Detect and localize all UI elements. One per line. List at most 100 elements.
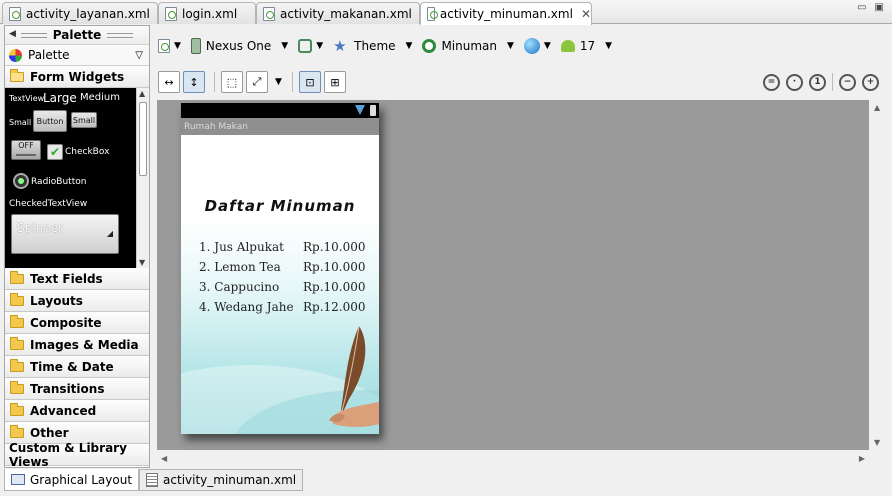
list-item[interactable]: 3. Cappucino Rp.10.000 <box>199 277 369 297</box>
theme-dropdown[interactable]: ★ Theme ▼ <box>333 35 416 57</box>
widget-textview[interactable]: TextView <box>9 94 44 103</box>
radio-button-icon[interactable] <box>13 173 29 189</box>
drink-price: Rp.10.000 <box>303 260 366 274</box>
device-dropdown[interactable]: Nexus One ▼ <box>190 35 292 57</box>
layout-action-button[interactable]: ⊡ <box>298 71 321 93</box>
widget-checked-textview[interactable]: CheckedTextView <box>9 199 87 209</box>
category-composite[interactable]: Composite <box>5 312 149 334</box>
category-images-media[interactable]: Images & Media <box>5 334 149 356</box>
fill-height-button[interactable]: ↕ <box>183 71 205 93</box>
canvas-vertical-scrollbar[interactable]: ▲ ▼ <box>870 100 885 450</box>
category-transitions[interactable]: Transitions <box>5 378 149 400</box>
android-xml-file-icon <box>427 7 438 21</box>
category-label: Images & Media <box>30 337 139 352</box>
menu-heading[interactable]: Daftar Minuman <box>181 197 379 215</box>
toolbar-separator <box>291 72 293 92</box>
list-item[interactable]: 2. Lemon Tea Rp.10.000 <box>199 257 369 277</box>
folder-icon <box>10 292 24 306</box>
palette-panel: ◀ Palette Palette ▽ Form Widgets TextVie… <box>4 25 150 469</box>
tab-activity-layanan[interactable]: activity_layanan.xml <box>2 2 158 24</box>
scroll-down-icon[interactable]: ▼ <box>139 258 145 267</box>
collapse-arrow-icon[interactable]: ◀ <box>9 29 16 39</box>
palette-scrollbar[interactable]: ▲ ▼ <box>136 88 149 268</box>
screen-content[interactable]: Daftar Minuman 1. Jus Alpukat Rp.10.000 … <box>181 135 379 434</box>
scroll-up-icon[interactable]: ▲ <box>874 103 880 112</box>
globe-icon <box>523 38 540 54</box>
star-icon: ★ <box>333 37 347 55</box>
list-item[interactable]: 1. Jus Alpukat Rp.10.000 <box>199 237 369 257</box>
chevron-down-icon: ▼ <box>605 41 613 51</box>
widget-small-text[interactable]: Small <box>9 118 31 127</box>
zoom-in-icon[interactable]: + <box>862 73 879 91</box>
toggle-outline-button[interactable]: ⬚ <box>221 71 243 93</box>
resize-icon: ⤢ <box>252 75 262 88</box>
tab-activity-makanan[interactable]: activity_makanan.xml <box>256 2 420 24</box>
close-icon[interactable]: ✕ <box>581 7 591 21</box>
folder-icon <box>10 270 24 284</box>
palette-header-label: Palette <box>52 28 102 42</box>
zoom-100-icon[interactable]: 1 <box>809 73 826 91</box>
android-xml-file-icon <box>165 6 177 21</box>
rotate-icon <box>298 39 313 53</box>
chevron-down-icon: ▼ <box>405 41 413 51</box>
folder-icon <box>10 336 24 350</box>
canvas-horizontal-scrollbar[interactable]: ◀ ▶ <box>157 451 869 466</box>
chevron-down-icon[interactable]: ▼ <box>275 77 282 87</box>
folder-icon <box>10 402 24 416</box>
widget-button[interactable]: Button <box>33 110 67 132</box>
category-layouts[interactable]: Layouts <box>5 290 149 312</box>
fill-width-button[interactable]: ↔ <box>158 71 180 93</box>
tab-login[interactable]: login.xml <box>158 2 256 24</box>
zoom-real-size-icon[interactable]: · <box>786 73 803 91</box>
zoom-out-icon[interactable]: − <box>839 73 856 91</box>
maximize-icon[interactable]: ▣ <box>875 2 884 13</box>
grip-icon <box>107 32 134 38</box>
grip-icon <box>20 32 47 38</box>
widget-medium-text[interactable]: Medium <box>80 92 120 103</box>
margins-button[interactable]: ⤢ <box>246 71 268 93</box>
api-level-dropdown[interactable]: 17 ▼ <box>560 35 616 57</box>
android-icon <box>560 40 575 52</box>
category-advanced[interactable]: Advanced <box>5 400 149 422</box>
orientation-dropdown[interactable]: ▼ <box>298 35 327 57</box>
widget-small-button[interactable]: Small <box>71 112 97 128</box>
form-widgets-preview: TextView Large Medium Small Button Small… <box>5 88 149 268</box>
scroll-down-icon[interactable]: ▼ <box>874 438 880 447</box>
action-bar: Rumah Makan <box>181 118 379 135</box>
scroll-right-icon[interactable]: ▶ <box>859 454 865 463</box>
config-file-dropdown[interactable]: ▼ <box>158 35 185 57</box>
device-preview[interactable]: Rumah Makan Daftar Minuman 1. Jus Alpuka… <box>181 103 379 434</box>
tab-label: activity_minuman.xml <box>163 473 297 487</box>
android-xml-file-icon <box>263 6 275 21</box>
minimize-icon[interactable]: ▭ <box>857 2 866 13</box>
folder-icon <box>10 358 24 372</box>
scroll-thumb[interactable] <box>139 102 147 176</box>
scroll-up-icon[interactable]: ▲ <box>139 89 145 98</box>
chevron-down-icon: ▼ <box>174 41 181 51</box>
widget-spinner[interactable]: Spinner Sub Item ◢ <box>11 214 119 254</box>
gravity-button[interactable]: ⊞ <box>323 71 346 93</box>
category-time-date[interactable]: Time & Date <box>5 356 149 378</box>
category-custom-library-views[interactable]: Custom & Library Views <box>5 441 149 469</box>
widget-radio-label: RadioButton <box>31 177 87 187</box>
category-form-widgets[interactable]: Form Widgets <box>5 66 149 88</box>
chevron-down-icon[interactable]: ▽ <box>135 50 143 61</box>
category-text-fields[interactable]: Text Fields <box>5 268 149 290</box>
palette-menu[interactable]: Palette ▽ <box>5 44 149 66</box>
tab-graphical-layout[interactable]: Graphical Layout <box>4 469 140 491</box>
checkbox-icon[interactable]: ✔ <box>47 144 63 160</box>
widget-toggle-button[interactable]: OFF <box>11 140 41 160</box>
activity-dropdown[interactable]: Minuman ▼ <box>422 35 517 57</box>
list-item[interactable]: 4. Wedang Jahe Rp.12.000 <box>199 297 369 317</box>
zoom-fit-icon[interactable]: = <box>763 73 780 91</box>
vertical-arrows-icon: ↕ <box>189 75 199 89</box>
category-label: Time & Date <box>30 359 114 374</box>
tab-activity-minuman[interactable]: activity_minuman.xml ✕ <box>420 2 592 25</box>
locale-dropdown[interactable]: ▼ <box>523 35 555 57</box>
scroll-left-icon[interactable]: ◀ <box>161 454 167 463</box>
tab-xml-source[interactable]: activity_minuman.xml <box>139 469 304 491</box>
widget-large-text[interactable]: Large <box>43 91 77 105</box>
theme-label: Theme <box>354 39 396 53</box>
chevron-down-icon: ◢ <box>106 229 113 238</box>
drink-name: 2. Lemon Tea <box>199 260 281 274</box>
